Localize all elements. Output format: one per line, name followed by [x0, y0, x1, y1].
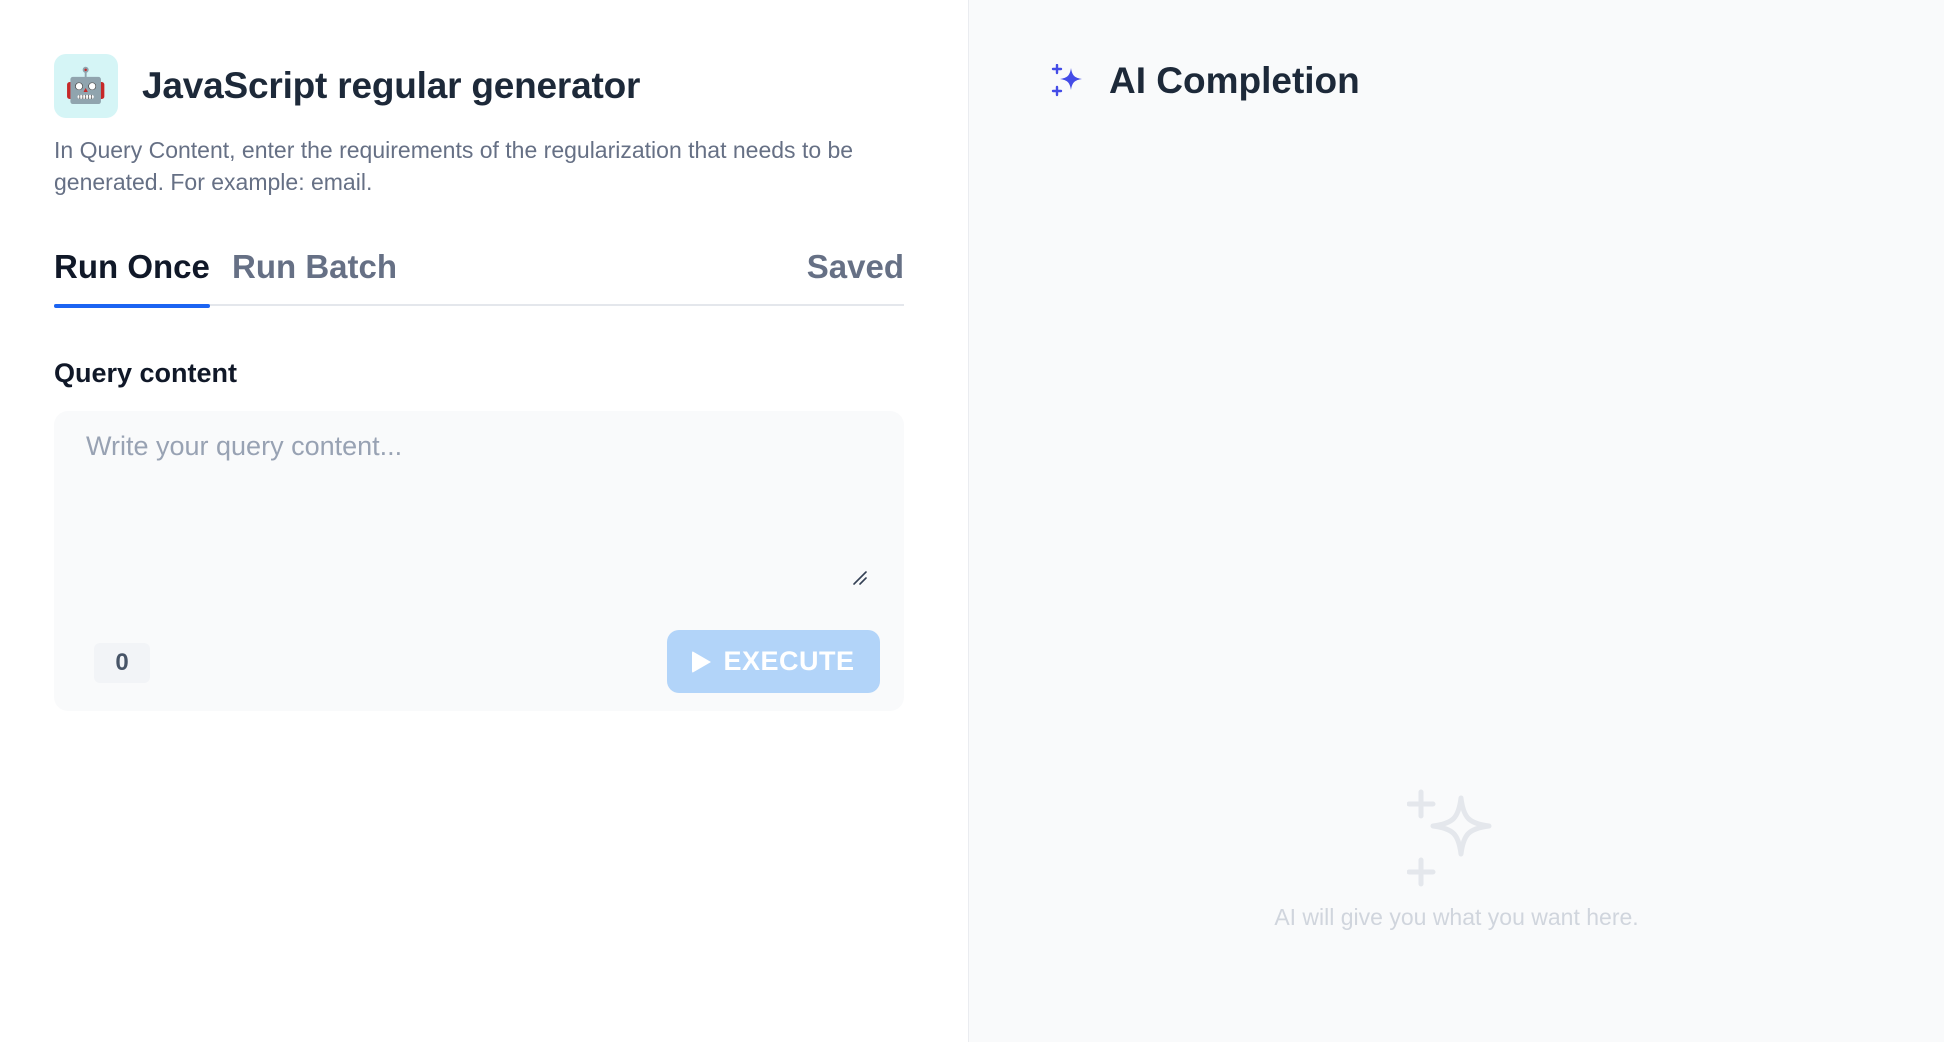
app-header: 🤖 JavaScript regular generator [54, 54, 968, 118]
execute-label: EXECUTE [723, 646, 855, 676]
query-content-label: Query content [54, 358, 238, 388]
char-counter: 0 [94, 643, 150, 683]
robot-icon: 🤖 [54, 54, 118, 118]
app-page: 🤖 JavaScript regular generator In Query … [0, 0, 1944, 1042]
resize-handle-icon[interactable] [852, 570, 868, 586]
completion-header: AI Completion [1051, 60, 1360, 102]
sparkle-icon [1051, 64, 1082, 97]
empty-state: AI will give you what you want here. [969, 788, 1944, 931]
query-box: 0 EXECUTE [54, 411, 904, 711]
tab-saved[interactable]: Saved [807, 248, 904, 306]
empty-state-text: AI will give you what you want here. [1274, 904, 1639, 930]
execute-button[interactable]: EXECUTE [667, 630, 880, 693]
completion-panel: AI Completion AI will give you what you … [969, 0, 1944, 1042]
app-description: In Query Content, enter the requirements… [54, 137, 854, 195]
tab-run-batch[interactable]: Run Batch [232, 248, 397, 306]
tab-run-once[interactable]: Run Once [54, 248, 210, 308]
play-icon [692, 650, 712, 673]
query-content-input[interactable] [54, 411, 904, 591]
completion-title: AI Completion [1109, 60, 1360, 101]
sparkle-outline-icon [1407, 789, 1492, 887]
tab-bar: Run Once Run Batch Saved [54, 248, 904, 308]
app-title: JavaScript regular generator [142, 65, 641, 106]
input-panel: 🤖 JavaScript regular generator In Query … [0, 0, 969, 1042]
